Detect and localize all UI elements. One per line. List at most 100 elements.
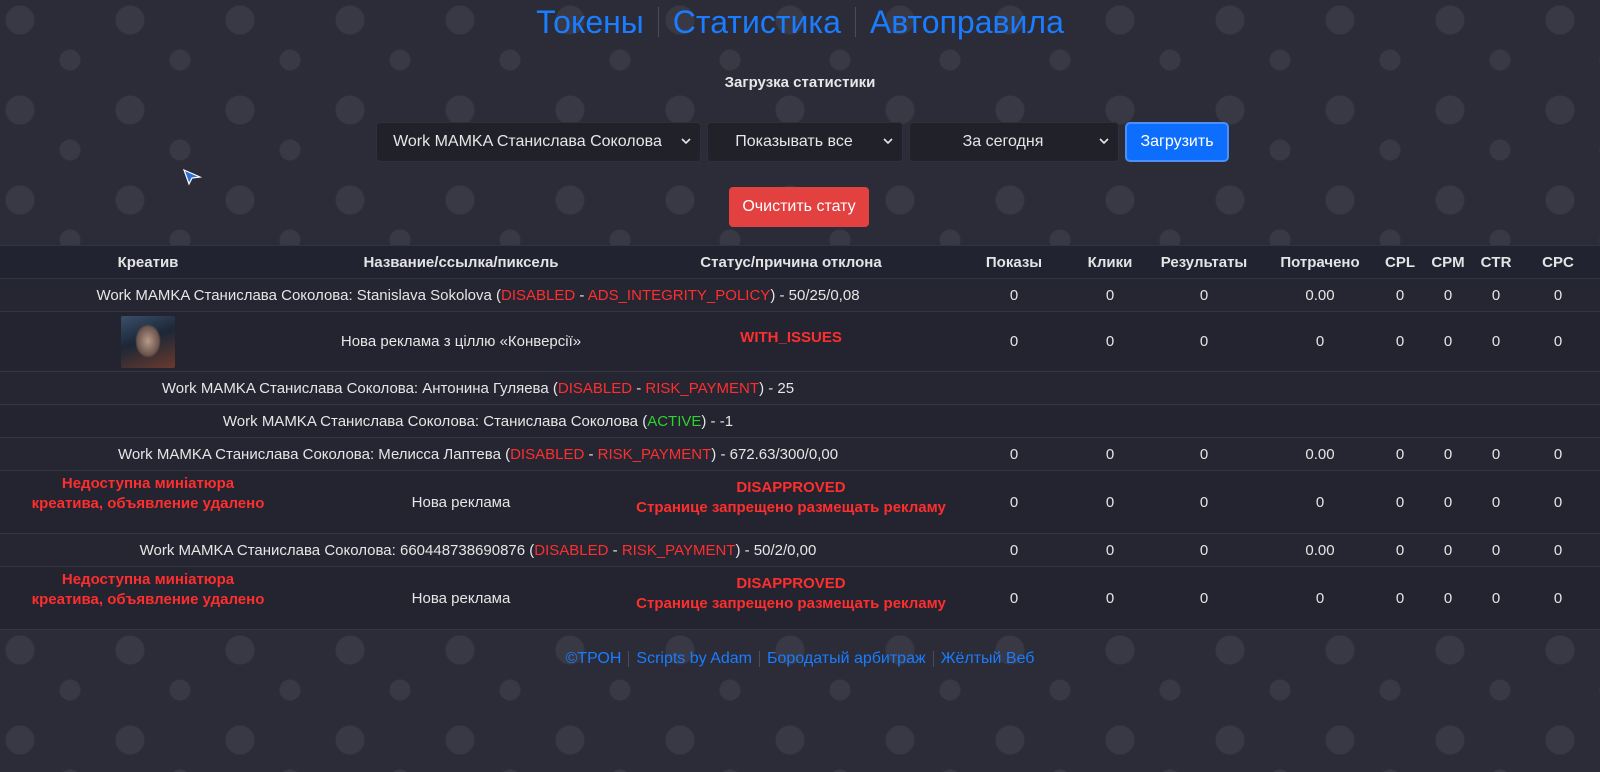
creative-cell	[0, 312, 296, 372]
cell-clicks: 0	[1105, 333, 1115, 350]
cell-impressions: 0	[1009, 286, 1019, 304]
period-select[interactable]: За сегодня	[909, 122, 1119, 162]
header-spent[interactable]: Потрачено	[1260, 245, 1380, 279]
ad-name: Нова реклама	[411, 589, 511, 607]
cell-clicks: 0	[1105, 589, 1115, 607]
disable-reason: RISK_PAYMENT	[645, 379, 760, 397]
cell-cpm: 0	[1443, 493, 1453, 511]
cell-spent: 0.00	[1305, 445, 1335, 463]
cell-clicks: 0	[1105, 493, 1115, 511]
account-row: Work MAMKA Станислава Соколова: Станисла…	[0, 404, 1600, 438]
period-select-value: За сегодня	[962, 133, 1044, 150]
nav-link-autorules[interactable]: Автоправила	[856, 0, 1078, 44]
ad-row: Недоступна миніатюра креатива, объявлени…	[0, 470, 1600, 534]
ad-status: DISAPPROVED Странице запрещено размещать…	[636, 479, 946, 516]
cell-cpc: 0	[1553, 286, 1563, 304]
cell-spent: 0.00	[1305, 541, 1335, 559]
account-row: Work MAMKA Станислава Соколова: Stanisla…	[0, 278, 1600, 312]
status-active: ACTIVE	[647, 412, 702, 430]
cell-ctr: 0	[1491, 286, 1501, 304]
nav-link-tokens[interactable]: Токены	[522, 0, 658, 44]
cursor-arrow-icon	[182, 168, 202, 186]
cell-ctr: 0	[1491, 493, 1501, 511]
cell-impressions: 0	[1009, 333, 1019, 350]
cell-clicks: 0	[1105, 541, 1115, 559]
disable-reason: ADS_INTEGRITY_POLICY	[587, 286, 771, 304]
footer-link-yellow-web[interactable]: Жёлтый Веб	[934, 650, 1042, 668]
clear-stats-button[interactable]: Очистить стату	[729, 187, 869, 227]
account-summary: Work MAMKA Станислава Соколова: Антонина…	[161, 379, 795, 397]
header-impressions[interactable]: Показы	[956, 245, 1072, 279]
header-name[interactable]: Название/ссылка/пиксель	[296, 245, 626, 279]
header-cpc[interactable]: CPC	[1516, 245, 1600, 279]
chevron-down-icon	[681, 138, 691, 145]
cell-results: 0	[1199, 333, 1209, 350]
creative-missing-note: Недоступна миніатюра креатива, объявлени…	[31, 475, 265, 512]
cell-results: 0	[1199, 541, 1209, 559]
account-select[interactable]: Work MAMKA Станислава Соколова	[376, 122, 701, 162]
cell-cpl: 0	[1395, 445, 1405, 463]
header-clicks[interactable]: Клики	[1072, 245, 1148, 279]
cell-cpc: 0	[1553, 541, 1563, 559]
cell-clicks: 0	[1105, 286, 1115, 304]
account-select-value: Work MAMKA Станислава Соколова	[393, 133, 662, 150]
account-summary: Work MAMKA Станислава Соколова: Stanisla…	[96, 286, 860, 304]
footer-link-tron[interactable]: ©ТРОН	[559, 650, 629, 668]
header-status[interactable]: Статус/причина отклона	[626, 245, 956, 279]
account-row: Work MAMKA Станислава Соколова: Антонина…	[0, 371, 1600, 405]
cell-cpm: 0	[1443, 541, 1453, 559]
footer: ©ТРОН Scripts by Adam Бородатый арбитраж…	[0, 650, 1600, 668]
footer-link-bearded-arbitrage[interactable]: Бородатый арбитраж	[760, 650, 933, 668]
account-row: Work MAMKA Станислава Соколова: 66044873…	[0, 533, 1600, 567]
cell-impressions: 0	[1009, 541, 1019, 559]
nav-link-statistics[interactable]: Статистика	[659, 0, 855, 44]
header-results[interactable]: Результаты	[1148, 245, 1260, 279]
header-cpm[interactable]: CPM	[1420, 245, 1476, 279]
cell-spent: 0	[1315, 333, 1325, 350]
header-creative[interactable]: Креатив	[0, 245, 296, 279]
ad-status: DISAPPROVED Странице запрещено размещать…	[636, 575, 946, 612]
cell-cpm: 0	[1443, 589, 1453, 607]
status-disabled: DISABLED	[510, 445, 585, 463]
cell-impressions: 0	[1009, 589, 1019, 607]
cell-cpl: 0	[1395, 286, 1405, 304]
cell-cpc: 0	[1553, 333, 1563, 350]
ad-thumbnail[interactable]	[121, 315, 175, 368]
load-button[interactable]: Загрузить	[1125, 122, 1229, 162]
cell-spent: 0	[1315, 493, 1325, 511]
disable-reason: RISK_PAYMENT	[621, 541, 736, 559]
table-header-row: Креатив Название/ссылка/пиксель Статус/п…	[0, 245, 1600, 279]
chevron-down-icon	[1099, 138, 1109, 145]
status-disabled: DISABLED	[557, 379, 633, 397]
disable-reason: RISK_PAYMENT	[597, 445, 712, 463]
cell-results: 0	[1199, 589, 1209, 607]
cell-impressions: 0	[1009, 445, 1019, 463]
cell-ctr: 0	[1491, 445, 1501, 463]
cell-spent: 0	[1315, 589, 1325, 607]
cell-results: 0	[1199, 286, 1209, 304]
cell-cpc: 0	[1553, 493, 1563, 511]
cell-cpm: 0	[1443, 286, 1453, 304]
header-ctr[interactable]: CTR	[1476, 245, 1516, 279]
cell-results: 0	[1199, 493, 1209, 511]
display-filter-select[interactable]: Показывать все	[707, 122, 903, 162]
header-cpl[interactable]: CPL	[1380, 245, 1420, 279]
status-disabled: DISABLED	[501, 286, 576, 304]
account-summary: Work MAMKA Станислава Соколова: Мелисса …	[117, 445, 839, 463]
creative-missing-note: Недоступна миніатюра креатива, объявлени…	[31, 571, 265, 608]
account-row: Work MAMKA Станислава Соколова: Мелисса …	[0, 437, 1600, 471]
account-summary: Work MAMKA Станислава Соколова: Станисла…	[222, 412, 734, 430]
ad-row: Нова реклама з ціллю «Конверсії» WITH_IS…	[0, 311, 1600, 372]
cell-cpc: 0	[1553, 589, 1563, 607]
statistics-table: Креатив Название/ссылка/пиксель Статус/п…	[0, 245, 1600, 630]
cell-cpm: 0	[1443, 445, 1453, 463]
ad-name: Нова реклама з ціллю «Конверсії»	[340, 333, 582, 350]
footer-link-scripts-by-adam[interactable]: Scripts by Adam	[629, 650, 759, 668]
cell-cpm: 0	[1443, 333, 1453, 350]
section-title: Загрузка статистики	[724, 74, 876, 91]
display-filter-value: Показывать все	[735, 133, 853, 150]
cell-cpl: 0	[1395, 541, 1405, 559]
chevron-down-icon	[883, 138, 893, 145]
account-summary: Work MAMKA Станислава Соколова: 66044873…	[139, 541, 817, 559]
ad-name: Нова реклама	[411, 493, 511, 511]
